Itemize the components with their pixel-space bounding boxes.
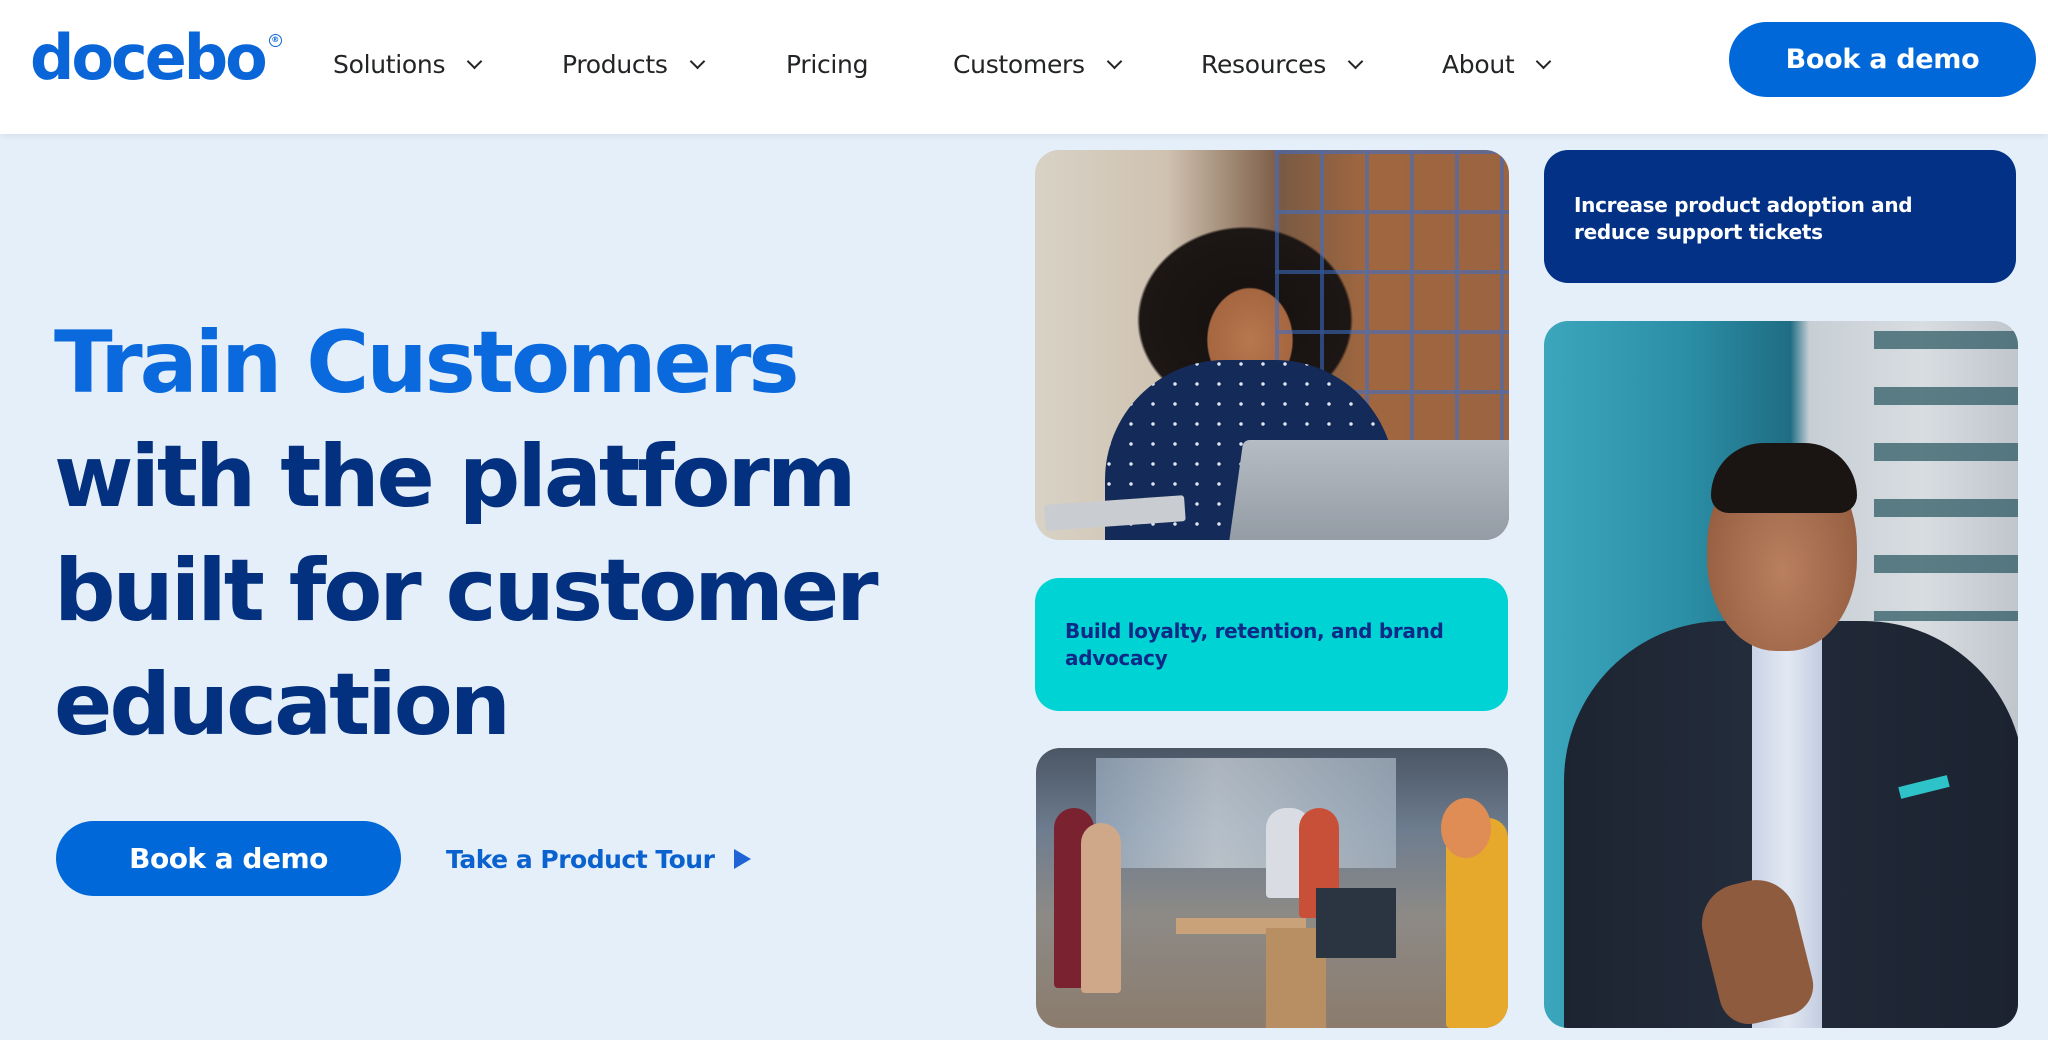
registered-mark-icon: ® bbox=[268, 34, 282, 47]
nav-item-label: Customers bbox=[953, 49, 1085, 79]
nav-item-about[interactable]: About bbox=[1442, 44, 1552, 84]
header-book-demo-button[interactable]: Book a demo bbox=[1729, 22, 2036, 97]
photo-person-shape bbox=[1081, 823, 1121, 993]
nav-item-resources[interactable]: Resources bbox=[1201, 44, 1364, 84]
adoption-card-text: Increase product adoption and reduce sup… bbox=[1574, 192, 1913, 244]
headline-line: built for customer bbox=[54, 541, 879, 641]
loyalty-card-text: Build loyalty, retention, and brand advo… bbox=[1065, 618, 1444, 670]
hero-book-demo-button[interactable]: Book a demo bbox=[56, 821, 401, 896]
top-navigation: docebo ® Solutions Products Pricing Custo… bbox=[0, 0, 2048, 134]
product-tour-link[interactable]: Take a Product Tour bbox=[446, 840, 752, 878]
woman-with-laptop-photo bbox=[1035, 150, 1509, 540]
headline-highlight: Train Customers bbox=[54, 313, 800, 413]
photo-building-windows bbox=[1874, 321, 2018, 621]
hero-headline: Train Customers with the platform built … bbox=[54, 306, 954, 762]
headline-line: education bbox=[54, 655, 511, 755]
photo-monitor-shape bbox=[1316, 888, 1396, 958]
chevron-down-icon bbox=[689, 53, 705, 69]
chevron-down-icon bbox=[1347, 53, 1364, 69]
office-team-photo bbox=[1036, 748, 1508, 1028]
loyalty-card[interactable]: Build loyalty, retention, and brand advo… bbox=[1035, 578, 1508, 711]
photo-laptop-shape bbox=[1226, 440, 1509, 540]
logo-text: docebo bbox=[30, 21, 268, 94]
photo-window-shape bbox=[1096, 758, 1396, 868]
nav-item-solutions[interactable]: Solutions bbox=[333, 44, 483, 84]
nav-item-products[interactable]: Products bbox=[562, 44, 705, 84]
nav-item-label: Resources bbox=[1201, 49, 1326, 79]
chevron-down-icon bbox=[466, 53, 483, 69]
nav-item-label: About bbox=[1442, 49, 1515, 79]
nav-item-label: Products bbox=[562, 49, 668, 79]
chevron-down-icon bbox=[1536, 53, 1552, 69]
headline-line: with the platform bbox=[54, 427, 857, 527]
nav-item-customers[interactable]: Customers bbox=[953, 44, 1123, 84]
product-tour-label: Take a Product Tour bbox=[446, 844, 715, 874]
chevron-down-icon bbox=[1106, 53, 1123, 69]
man-in-suit-photo bbox=[1544, 321, 2018, 1028]
docebo-logo[interactable]: docebo ® bbox=[30, 21, 282, 94]
photo-person-head-shape bbox=[1441, 798, 1491, 858]
nav-item-label: Solutions bbox=[333, 49, 446, 79]
nav-item-label: Pricing bbox=[786, 49, 869, 79]
nav-item-pricing[interactable]: Pricing bbox=[786, 44, 868, 84]
adoption-card[interactable]: Increase product adoption and reduce sup… bbox=[1544, 150, 2016, 283]
play-triangle-icon bbox=[734, 849, 752, 869]
photo-hair-shape bbox=[1711, 443, 1857, 513]
